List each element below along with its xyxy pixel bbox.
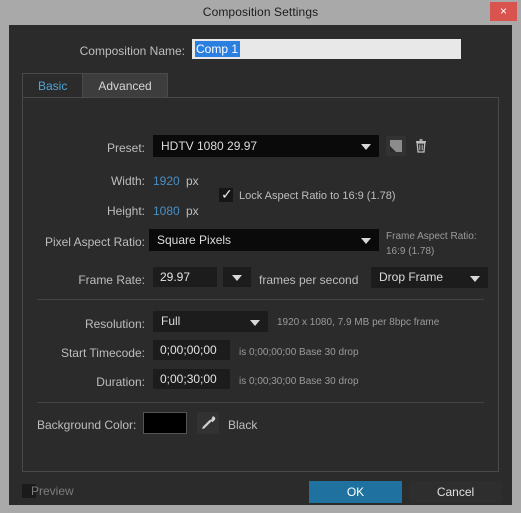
pixel-aspect-ratio-label: Pixel Aspect Ratio: bbox=[44, 235, 145, 249]
cancel-button[interactable]: Cancel bbox=[409, 481, 502, 503]
chevron-down-icon bbox=[232, 275, 242, 281]
ok-button[interactable]: OK bbox=[309, 481, 402, 503]
start-timecode-input[interactable]: 0;00;00;00 bbox=[153, 340, 230, 360]
frame-rate-select[interactable] bbox=[223, 267, 251, 287]
start-timecode-label: Start Timecode: bbox=[60, 346, 145, 360]
preset-value: HDTV 1080 29.97 bbox=[161, 139, 258, 153]
drop-frame-value: Drop Frame bbox=[379, 270, 444, 284]
background-color-swatch[interactable] bbox=[143, 412, 187, 434]
divider bbox=[37, 402, 484, 403]
composition-name-label: Composition Name: bbox=[79, 44, 185, 58]
composition-name-value: Comp 1 bbox=[195, 41, 241, 57]
width-units: px bbox=[186, 174, 199, 188]
preset-label: Preset: bbox=[106, 141, 145, 155]
eyedropper-icon[interactable] bbox=[197, 412, 219, 434]
duration-label: Duration: bbox=[96, 375, 145, 389]
resolution-select[interactable]: Full bbox=[153, 311, 268, 332]
width-value[interactable]: 1920 bbox=[153, 174, 180, 188]
frame-aspect-ratio-value: 16:9 (1.78) bbox=[386, 246, 435, 257]
tab-bar: Basic Advanced bbox=[22, 73, 168, 98]
pixel-aspect-ratio-value: Square Pixels bbox=[157, 233, 232, 247]
height-label: Height: bbox=[106, 204, 145, 218]
background-color-name: Black bbox=[228, 418, 258, 432]
preview-label: Preview bbox=[31, 484, 74, 498]
composition-settings-dialog: Composition Settings × Composition Name:… bbox=[0, 0, 521, 513]
pixel-aspect-ratio-select[interactable]: Square Pixels bbox=[149, 229, 379, 251]
tab-basic[interactable]: Basic bbox=[22, 73, 84, 98]
lock-aspect-checkbox[interactable]: ✓ bbox=[219, 186, 233, 202]
chevron-down-icon bbox=[250, 319, 260, 326]
checkmark-icon: ✓ bbox=[221, 186, 233, 202]
lock-aspect-label: Lock Aspect Ratio to 16:9 (1.78) bbox=[239, 190, 396, 202]
background-color-label: Background Color: bbox=[37, 418, 137, 432]
duration-input[interactable]: 0;00;30;00 bbox=[153, 369, 230, 389]
tab-advanced[interactable]: Advanced bbox=[83, 73, 168, 98]
frame-rate-units: frames per second bbox=[259, 273, 359, 287]
title-bar: Composition Settings × bbox=[0, 0, 521, 25]
composition-name-input[interactable]: Comp 1 bbox=[192, 39, 461, 59]
frame-aspect-ratio-label: Frame Aspect Ratio: bbox=[386, 231, 477, 242]
duration-hint: is 0;00;30;00 Base 30 drop bbox=[239, 376, 359, 387]
height-value[interactable]: 1080 bbox=[153, 204, 180, 218]
save-preset-icon[interactable] bbox=[386, 136, 406, 156]
drop-frame-select[interactable]: Drop Frame bbox=[371, 267, 488, 288]
start-timecode-hint: is 0;00;00;00 Base 30 drop bbox=[239, 347, 359, 358]
window-title: Composition Settings bbox=[202, 5, 319, 19]
resolution-label: Resolution: bbox=[84, 317, 145, 331]
chevron-down-icon bbox=[470, 275, 480, 282]
dialog-body: Composition Name: Comp 1 Basic Advanced … bbox=[9, 25, 512, 505]
height-units: px bbox=[186, 204, 199, 218]
divider bbox=[37, 299, 484, 300]
basic-settings-panel: Preset: HDTV 1080 29.97 Width: 1920 px ✓… bbox=[22, 97, 499, 472]
chevron-down-icon bbox=[361, 238, 371, 244]
resolution-hint: 1920 x 1080, 7.9 MB per 8bpc frame bbox=[277, 317, 440, 328]
frame-rate-input[interactable]: 29.97 bbox=[153, 267, 217, 287]
close-icon[interactable]: × bbox=[490, 2, 517, 21]
frame-rate-label: Frame Rate: bbox=[78, 273, 145, 287]
chevron-down-icon bbox=[361, 144, 371, 150]
preset-select[interactable]: HDTV 1080 29.97 bbox=[153, 135, 379, 157]
resolution-value: Full bbox=[161, 314, 181, 328]
width-label: Width: bbox=[110, 174, 145, 188]
trash-icon[interactable] bbox=[411, 136, 431, 156]
